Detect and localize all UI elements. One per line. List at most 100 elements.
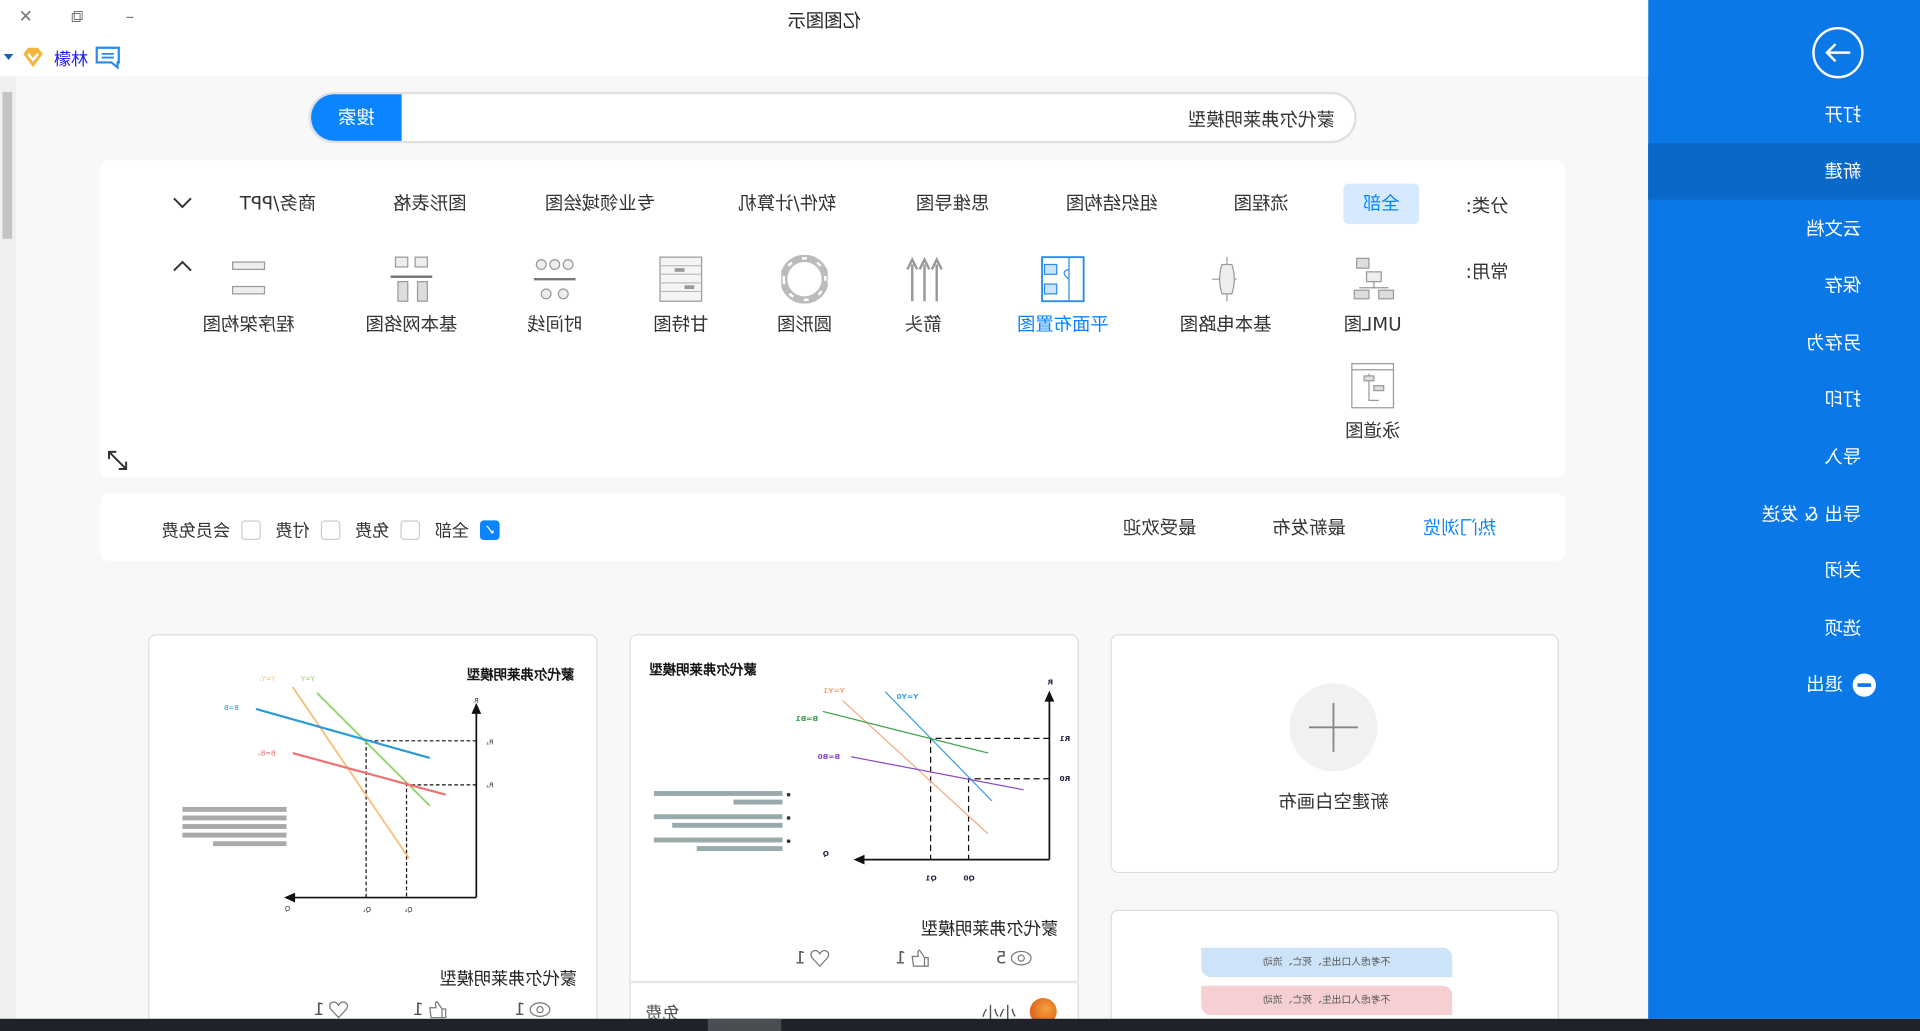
thumbs-up-icon[interactable] bbox=[910, 949, 930, 967]
price-filter-label-2[interactable]: 付费 bbox=[276, 518, 310, 542]
template-card[interactable]: 蒙代尔弗莱明模型 R R₁ R₂ Q Q₁ Q₂ Y=Y Y=Y₁ B=B B=… bbox=[148, 634, 598, 1031]
axis-label: R bbox=[474, 697, 479, 705]
category-tab-0[interactable]: 全部 bbox=[1343, 183, 1420, 225]
price-filter-label-3[interactable]: 会员免费 bbox=[162, 518, 231, 542]
chevron-up-icon[interactable] bbox=[173, 260, 193, 272]
common-label: 常用: bbox=[1465, 260, 1509, 283]
thumb-row: 不考虑人口出生、死亡、流动 bbox=[1201, 947, 1453, 978]
price-filter-checkbox-2[interactable] bbox=[320, 520, 341, 541]
common-diagram-1[interactable]: 基本电路图 bbox=[1158, 255, 1293, 337]
restore-button[interactable]: ⧉ bbox=[62, 5, 91, 29]
axis-label: R0 bbox=[1059, 774, 1070, 783]
axis-label: R bbox=[1047, 677, 1053, 686]
search-bar[interactable]: 蒙代尔弗莱明模型 搜索 bbox=[308, 91, 1357, 144]
axis-label: R₁ bbox=[486, 738, 494, 746]
sidebar-item-7[interactable]: 导出 & 发送 bbox=[1648, 486, 1920, 542]
sidebar-item-5[interactable]: 打印 bbox=[1648, 371, 1920, 427]
category-tab-4[interactable]: 软件/计算机 bbox=[738, 190, 836, 216]
file-menu-sidebar: 打开新建云文档保存另存为 打印导入导出 & 发送关闭选项 退出 bbox=[1648, 0, 1920, 1019]
sidebar-item-8[interactable]: 关闭 bbox=[1648, 542, 1920, 598]
sidebar-item-label: 导入 bbox=[1824, 445, 1862, 468]
price-filter-label-0[interactable]: 全部 bbox=[435, 518, 469, 542]
curve-label: B=B1 bbox=[796, 714, 818, 723]
back-arrow-icon[interactable] bbox=[1811, 26, 1865, 80]
sidebar-item-10[interactable]: 退出 bbox=[1648, 656, 1920, 712]
scrollbar-thumb[interactable] bbox=[2, 91, 13, 239]
category-tab-1[interactable]: 流程图 bbox=[1234, 190, 1289, 216]
category-tab-2[interactable]: 组织结构图 bbox=[1066, 190, 1158, 216]
heart-icon[interactable] bbox=[328, 1000, 349, 1019]
search-input[interactable]: 蒙代尔弗莱明模型 bbox=[1188, 107, 1335, 133]
category-tab-5[interactable]: 专业领域绘图 bbox=[545, 190, 655, 216]
template-title[interactable]: 蒙代尔弗莱明模型 bbox=[921, 916, 1058, 940]
common-diagram-label: 泳道图 bbox=[1345, 420, 1401, 443]
diagram-type-icon bbox=[390, 256, 433, 302]
dropdown-arrow-icon[interactable] bbox=[3, 53, 14, 61]
sidebar-item-9[interactable]: 选项 bbox=[1648, 600, 1920, 656]
sidebar-item-label: 新建 bbox=[1824, 160, 1862, 183]
common-diagram-8[interactable]: 程序架构图 bbox=[181, 255, 316, 337]
common-diagram-5[interactable]: 甘特图 bbox=[613, 255, 748, 337]
curve-label: Y=Y₁ bbox=[259, 675, 277, 683]
chevron-down-icon[interactable] bbox=[173, 197, 193, 209]
template-title[interactable]: 蒙代尔弗莱明模型 bbox=[440, 966, 577, 990]
search-button[interactable]: 搜索 bbox=[311, 91, 402, 144]
template-thumbnail: 蒙代尔弗莱明模型 R R1 R0 Q Q1 Q0 Y=Y0 Y=Y1 B=B1 … bbox=[649, 662, 1071, 883]
new-blank-canvas-card[interactable]: 新建空白画布 bbox=[1110, 634, 1559, 874]
price-filter-checkbox-0[interactable]: ✓ bbox=[479, 520, 500, 541]
template-card[interactable]: 蒙代尔弗莱明模型 R R1 R0 Q Q1 Q0 Y=Y0 Y=Y1 B=B1 … bbox=[629, 634, 1079, 1031]
sidebar-item-0[interactable]: 打开 bbox=[1648, 87, 1920, 143]
sidebar-item-6[interactable]: 导入 bbox=[1648, 429, 1920, 485]
category-tab-3[interactable]: 思维导图 bbox=[916, 190, 989, 216]
sidebar-item-label: 保存 bbox=[1824, 274, 1862, 297]
common-diagram-4[interactable]: 圆形图 bbox=[737, 254, 872, 337]
common-diagram-label: 箭头 bbox=[904, 313, 942, 336]
common-diagram-0[interactable]: UML图 bbox=[1305, 255, 1440, 337]
message-icon[interactable] bbox=[94, 45, 121, 70]
common-diagram-7[interactable]: 基本网络图 bbox=[344, 255, 479, 337]
view-count: 5 bbox=[995, 948, 1007, 969]
sidebar-item-2[interactable]: 云文档 bbox=[1648, 201, 1920, 257]
sort-tab-1[interactable]: 最新发布 bbox=[1272, 514, 1345, 540]
vertical-scrollbar[interactable] bbox=[0, 75, 16, 1019]
category-tab-6[interactable]: 图形表格 bbox=[393, 190, 466, 216]
curve-label: B=B₂ bbox=[258, 750, 276, 758]
user-name[interactable]: 檬林 bbox=[54, 47, 88, 71]
curve-label: B=B0 bbox=[818, 752, 840, 761]
common-diagram-label: 平面布置图 bbox=[1016, 313, 1109, 336]
sidebar-item-1[interactable]: 新建 bbox=[1648, 143, 1920, 200]
common-diagram-3[interactable]: 箭头 bbox=[856, 255, 991, 337]
common-diagram-6[interactable]: 时间线 bbox=[487, 255, 622, 337]
price-filter-label-1[interactable]: 免费 bbox=[355, 518, 389, 542]
close-button[interactable]: ✕ bbox=[11, 5, 40, 29]
sort-tab-0[interactable]: 热门浏览 bbox=[1423, 514, 1496, 540]
price-filter-checkbox-1[interactable] bbox=[400, 520, 420, 541]
axis-label: Q bbox=[285, 905, 290, 913]
sidebar-item-label: 关闭 bbox=[1824, 559, 1862, 582]
diagram-type-icon bbox=[232, 261, 266, 295]
expand-icon[interactable] bbox=[107, 449, 129, 471]
favorite-count: 1 bbox=[794, 948, 806, 969]
sidebar-item-4[interactable]: 另存为 bbox=[1648, 315, 1920, 371]
like-count: 1 bbox=[895, 948, 907, 969]
sort-tab-2[interactable]: 最受欢迎 bbox=[1123, 514, 1196, 540]
axis-label: R1 bbox=[1059, 734, 1070, 743]
diagram-type-icon bbox=[781, 254, 828, 304]
template-card[interactable]: 不考虑人口出生、死亡、流动 不考虑人口出生、死亡、流动 bbox=[1110, 909, 1559, 1031]
thumbs-up-icon[interactable] bbox=[427, 1000, 447, 1019]
exit-icon bbox=[1852, 673, 1876, 697]
minimize-button[interactable]: – bbox=[115, 5, 144, 29]
diagram-type-icon bbox=[1353, 257, 1395, 300]
common-diagram-2[interactable]: 平面布置图 bbox=[996, 255, 1131, 337]
axis-label: Q0 bbox=[963, 873, 974, 882]
vip-diamond-icon[interactable] bbox=[21, 47, 45, 69]
common-diagram-9[interactable]: 泳道图 bbox=[1305, 361, 1440, 443]
eye-icon bbox=[1010, 950, 1032, 966]
heart-icon[interactable] bbox=[809, 949, 830, 968]
taskbar-item[interactable] bbox=[707, 1018, 782, 1031]
divider bbox=[629, 980, 1078, 983]
price-filter-checkbox-3[interactable] bbox=[241, 520, 261, 541]
app-window: 打开 新建 云文档 保存 另存为 打印 导入 导出 & 发送 关闭 选项 退出 亿图图示 – ⧉ ✕… bbox=[0, 0, 1920, 1031]
sidebar-item-3[interactable]: 保存 bbox=[1648, 257, 1920, 313]
category-tab-7[interactable]: 商务/PPT bbox=[240, 190, 316, 216]
